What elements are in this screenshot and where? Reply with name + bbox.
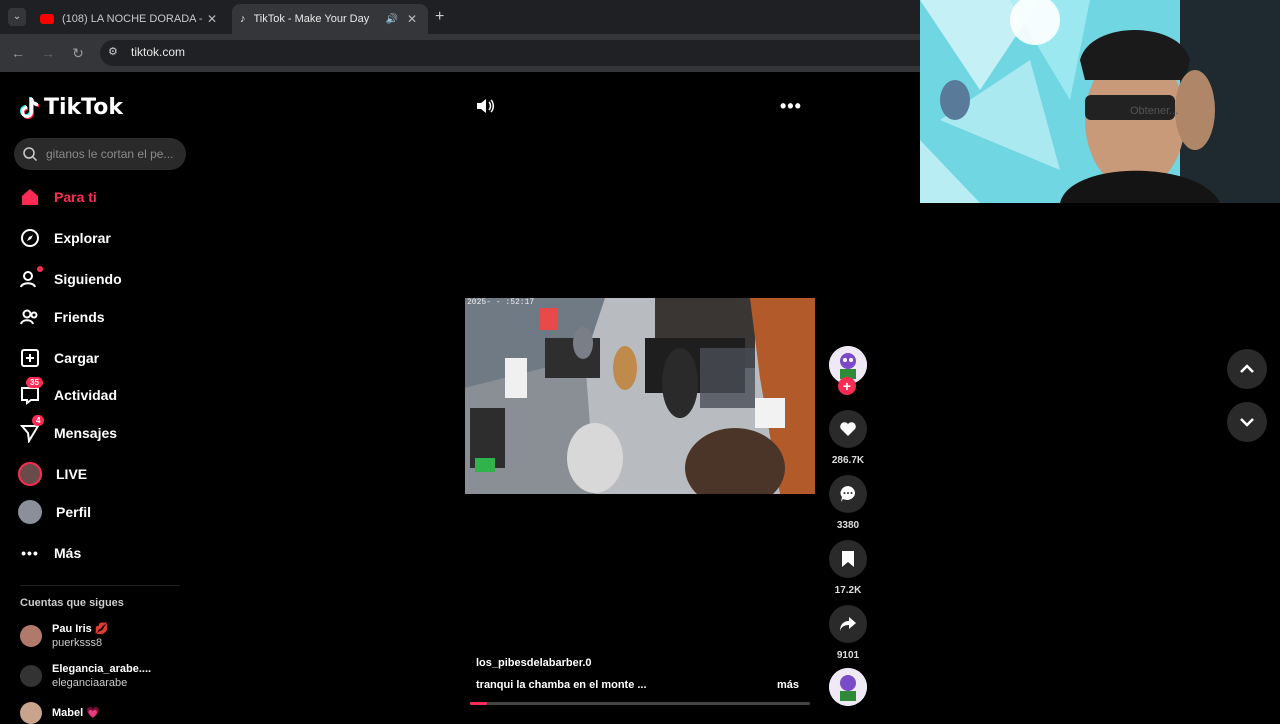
youtube-icon	[40, 14, 54, 24]
nav-mas[interactable]: ••• Más	[20, 543, 81, 563]
next-video-button[interactable]	[1227, 402, 1267, 442]
following-icon	[20, 266, 43, 289]
nav-cargar[interactable]: Cargar	[20, 348, 99, 368]
save-button[interactable]	[829, 540, 867, 578]
following-account[interactable]: Mabel 💗	[20, 702, 100, 724]
video-creator[interactable]: los_pibesdelabarber.0	[476, 657, 592, 669]
messages-badge: 4	[32, 415, 45, 426]
nav-live[interactable]: LIVE	[18, 462, 87, 486]
account-handle: eleganciaarabe	[52, 677, 128, 689]
video-player[interactable]	[465, 298, 815, 494]
follow-plus-icon[interactable]: +	[838, 377, 856, 395]
bookmark-icon	[842, 551, 854, 567]
previous-video-button[interactable]	[1227, 349, 1267, 389]
share-icon	[840, 617, 856, 631]
following-account[interactable]: Pau Iris 💋 puerksss8	[20, 622, 109, 650]
nav-siguiendo[interactable]: Siguiendo	[20, 266, 122, 289]
avatar	[20, 665, 42, 687]
volume-icon[interactable]	[475, 96, 495, 121]
avatar	[20, 702, 42, 724]
comment-count: 3380	[836, 520, 860, 531]
nav-label: Perfil	[56, 504, 92, 520]
home-icon	[20, 187, 40, 207]
following-account[interactable]: Elegancia_arabe.... eleganciaarabe	[20, 662, 151, 690]
new-tab-icon[interactable]: +	[435, 8, 444, 26]
video-progress-bar[interactable]	[470, 702, 810, 705]
audio-playing-icon[interactable]: 🔊	[386, 14, 398, 25]
close-icon[interactable]: ✕	[204, 12, 220, 26]
account-name: Elegancia_arabe....	[52, 663, 152, 675]
video-caption: tranqui la chamba en el monte ...	[476, 679, 647, 691]
nav-mensajes[interactable]: 4 Mensajes	[20, 415, 118, 443]
nav-label: Cargar	[54, 350, 100, 366]
search-bar[interactable]	[14, 138, 186, 170]
nav-label: Mensajes	[54, 425, 118, 441]
nav-label: Friends	[54, 309, 105, 325]
reload-icon[interactable]: ↻	[68, 44, 88, 62]
activity-icon: 35	[20, 377, 43, 405]
nav-actividad[interactable]: 35 Actividad	[20, 377, 118, 405]
save-count: 17.2K	[834, 585, 862, 596]
tab-title: (108) LA NOCHE DORADA - YouTube	[62, 13, 204, 25]
caption-more-button[interactable]: más	[777, 679, 799, 691]
tiktok-logo[interactable]: TikTok	[20, 95, 123, 120]
nav-explorar[interactable]: Explorar	[20, 228, 111, 248]
upload-icon	[20, 348, 40, 368]
more-options-icon[interactable]: •••	[780, 96, 802, 117]
like-count: 286.7K	[831, 455, 865, 466]
chevron-down-icon	[1240, 418, 1254, 427]
heart-icon	[840, 422, 856, 436]
nav-label: Más	[54, 545, 82, 561]
nav-label: Actividad	[54, 387, 118, 403]
tab-title: TikTok - Make Your Day	[253, 13, 370, 25]
compass-icon	[20, 228, 40, 248]
search-input[interactable]	[46, 147, 181, 161]
like-button[interactable]	[829, 410, 867, 448]
comment-icon	[840, 486, 856, 502]
messages-icon: 4	[20, 415, 45, 443]
video-frame	[465, 298, 815, 494]
search-icon	[23, 147, 38, 162]
webcam-overlay	[920, 0, 1280, 203]
live-avatar	[18, 462, 42, 486]
sidebar-divider	[20, 585, 180, 586]
account-handle: puerksss8	[52, 637, 103, 649]
account-name: Pau Iris 💋	[52, 623, 109, 635]
tab-search-icon[interactable]: ⌄	[8, 8, 26, 26]
nav-label: Para ti	[54, 189, 97, 205]
share-count: 9101	[836, 650, 860, 661]
tab-tiktok[interactable]: ♪ TikTok - Make Your Day 🔊 ✕	[232, 4, 428, 34]
nav-label: Explorar	[54, 230, 111, 246]
back-icon[interactable]: ←	[8, 44, 28, 62]
video-progress-fill	[470, 702, 487, 705]
comment-button[interactable]	[829, 475, 867, 513]
tiktok-logo-icon	[20, 96, 39, 119]
account-name: Mabel 💗	[52, 707, 100, 719]
share-button[interactable]	[829, 605, 867, 643]
sound-disc-avatar[interactable]	[829, 668, 867, 706]
following-section-title: Cuentas que sigues	[20, 597, 124, 609]
logo-text: TikTok	[44, 95, 124, 120]
tab-youtube[interactable]: (108) LA NOCHE DORADA - YouTube ✕	[32, 4, 228, 34]
nav-friends[interactable]: Friends	[20, 307, 105, 327]
notification-dot	[37, 266, 43, 272]
forward-icon[interactable]: →	[38, 44, 58, 62]
nav-para-ti[interactable]: Para ti	[20, 187, 97, 207]
profile-avatar	[18, 500, 42, 524]
activity-badge: 35	[26, 377, 43, 388]
chevron-up-icon	[1240, 364, 1254, 373]
site-info-icon[interactable]: ⚙	[108, 45, 118, 58]
webcam-overlay-text: Obtener...	[1130, 105, 1179, 117]
friends-icon	[20, 307, 40, 327]
avatar	[20, 625, 42, 647]
close-icon[interactable]: ✕	[404, 12, 420, 26]
more-icon: •••	[21, 545, 39, 561]
nav-label: LIVE	[56, 466, 88, 482]
nav-perfil[interactable]: Perfil	[18, 500, 91, 524]
nav-label: Siguiendo	[54, 271, 122, 287]
url-text: tiktok.com	[131, 45, 186, 59]
url-field[interactable]	[100, 40, 920, 66]
tiktok-favicon-icon: ♪	[240, 13, 246, 25]
video-timestamp: 2025- - :52:17	[467, 298, 535, 307]
